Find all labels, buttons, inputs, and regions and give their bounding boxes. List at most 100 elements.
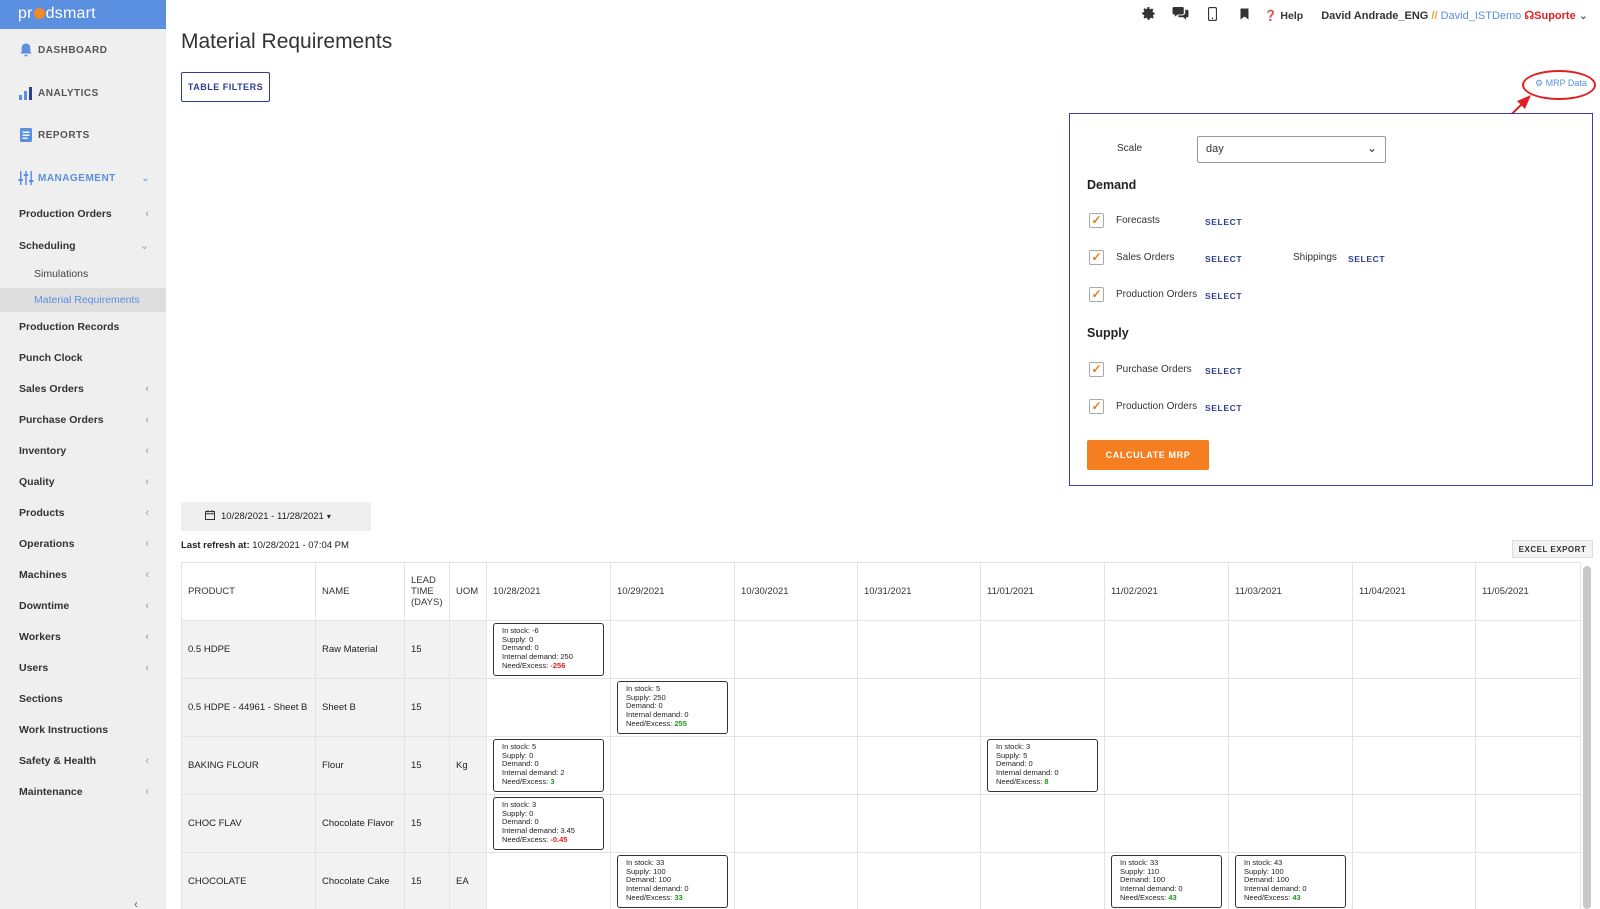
supply-production-orders-select-link[interactable]: SELECT	[1205, 403, 1242, 413]
date-cell	[1475, 852, 1581, 909]
mrp-cell-box[interactable]: In stock: 5 Supply: 0 Demand: 0 Internal de…	[493, 739, 604, 792]
sidebar-sub-simulations[interactable]: Simulations	[34, 268, 88, 280]
product-cell: CHOC FLAV	[181, 794, 316, 853]
mrp-table: PRODUCT NAME LEAD TIME (DAYS) UOM 10/28/2021…	[181, 562, 1581, 909]
date-cell	[734, 852, 858, 909]
sales-orders-select-link[interactable]: SELECT	[1205, 254, 1242, 264]
demand-production-orders-checkbox[interactable]: ✓	[1089, 287, 1104, 302]
demand-production-orders-select-link[interactable]: SELECT	[1205, 291, 1242, 301]
supply-production-orders-checkbox[interactable]: ✓	[1089, 399, 1104, 414]
column-header: UOM	[449, 562, 487, 621]
mrp-cell-box[interactable]: In stock: 33 Supply: 100 Demand: 100 Intern…	[617, 855, 728, 908]
sidebar-item-label: Maintenance	[19, 786, 83, 798]
date-range-picker[interactable]: 10/28/2021 - 11/28/2021 ▾	[181, 502, 371, 531]
demand-production-orders-label: Production Orders	[1116, 289, 1198, 300]
sidebar-item-safety-health[interactable]: Safety & Health ‹	[19, 755, 149, 767]
chevron-icon: ‹	[145, 569, 149, 581]
mrp-cell-box[interactable]: In stock: 3 Supply: 5 Demand: 0 Internal de…	[987, 739, 1098, 792]
date-cell	[486, 852, 611, 909]
sidebar-item-purchase-orders[interactable]: Purchase Orders ‹	[19, 414, 149, 426]
sidebar-item-work-instructions[interactable]: Work Instructions	[19, 724, 149, 736]
date-cell	[734, 678, 858, 737]
forecasts-label: Forecasts	[1116, 215, 1160, 226]
name-cell: Chocolate Flavor	[315, 794, 405, 853]
name-cell: Chocolate Cake	[315, 852, 405, 909]
sidebar-item-punch-clock[interactable]: Punch Clock	[19, 352, 149, 364]
mrp-cell-box[interactable]: In stock: -6 Supply: 0 Demand: 0 Internal d…	[493, 623, 604, 676]
nav-reports[interactable]: REPORTS	[18, 127, 90, 143]
collapse-sidebar-icon[interactable]: ‹	[134, 897, 138, 909]
nav-analytics[interactable]: ANALYTICS	[18, 85, 99, 101]
name-cell: Flour	[315, 736, 405, 795]
chevron-down-icon: ⌄	[139, 240, 149, 252]
mrp-need-excess: Need/Excess: -256	[502, 661, 595, 671]
sidebar-item-production-orders[interactable]: Production Orders ‹	[19, 208, 149, 220]
mrp-need-excess: Need/Excess: 43	[1244, 893, 1337, 903]
sidebar-item-users[interactable]: Users ‹	[19, 662, 149, 674]
logo[interactable]: pr dsmart	[0, 0, 166, 29]
date-cell: In stock: 3 Supply: 5 Demand: 0 Internal de…	[980, 736, 1105, 795]
sales-orders-checkbox[interactable]: ✓	[1089, 250, 1104, 265]
purchase-orders-select-link[interactable]: SELECT	[1205, 366, 1242, 376]
lead-time-cell: 15	[404, 794, 450, 853]
mrp-cell-box[interactable]: In stock: 43 Supply: 100 Demand: 100 Intern…	[1235, 855, 1346, 908]
sidebar-item-machines[interactable]: Machines ‹	[19, 569, 149, 581]
name-cell: Raw Material	[315, 620, 405, 679]
table-row: BAKING FLOUR Flour 15 Kg In stock: 5 Supply: …	[181, 736, 1581, 795]
mrp-cell-box[interactable]: In stock: 3 Supply: 0 Demand: 0 Internal de…	[493, 797, 604, 850]
forecasts-select-link[interactable]: SELECT	[1205, 217, 1242, 227]
scale-select[interactable]: day ⌄	[1197, 136, 1386, 163]
mrp-cell-box[interactable]: In stock: 5 Supply: 250 Demand: 0 Internal …	[617, 681, 728, 734]
table-filters-button[interactable]: TABLE FILTERS	[181, 72, 270, 102]
excel-export-button[interactable]: EXCEL EXPORT	[1512, 540, 1593, 558]
lead-time-cell: 15	[404, 678, 450, 737]
sidebar-item-operations[interactable]: Operations ‹	[19, 538, 149, 550]
mrp-cell-box[interactable]: In stock: 33 Supply: 110 Demand: 100 Intern…	[1111, 855, 1222, 908]
chevron-icon: ‹	[145, 631, 149, 643]
user-menu[interactable]: David Andrade_ENG // David_ISTDemo ☊Supo…	[1321, 9, 1588, 22]
sidebar-item-scheduling[interactable]: Scheduling ⌄	[19, 239, 149, 253]
mobile-icon[interactable]	[1196, 6, 1228, 24]
lead-time-cell: 15	[404, 620, 450, 679]
gear-icon[interactable]	[1132, 6, 1164, 24]
date-cell	[1352, 678, 1476, 737]
date-cell	[1104, 678, 1229, 737]
sidebar-item-maintenance[interactable]: Maintenance ‹	[19, 786, 149, 798]
date-cell	[1475, 678, 1581, 737]
nav-dashboard[interactable]: DASHBOARD	[18, 42, 108, 58]
column-header: PRODUCT	[181, 562, 316, 621]
sidebar-item-downtime[interactable]: Downtime ‹	[19, 600, 149, 612]
sidebar-sub-material-requirements[interactable]: Material Requirements	[34, 294, 140, 306]
bookmark-icon[interactable]	[1228, 7, 1260, 23]
purchase-orders-label: Purchase Orders	[1116, 364, 1192, 375]
shippings-select-link[interactable]: SELECT	[1348, 254, 1385, 264]
mrp-need-excess: Need/Excess: 33	[626, 893, 719, 903]
calculate-mrp-button[interactable]: CALCULATE MRP	[1087, 440, 1209, 470]
chevron-down-icon: ⌄	[141, 172, 150, 184]
sidebar-item-quality[interactable]: Quality ‹	[19, 476, 149, 488]
sidebar-item-label: Work Instructions	[19, 724, 109, 736]
last-refresh: Last refresh at: 10/28/2021 - 07:04 PM	[181, 540, 349, 551]
chat-icon[interactable]	[1164, 6, 1196, 24]
sidebar-item-production-records[interactable]: Production Records	[19, 321, 149, 333]
chevron-down-icon: ⌄	[1578, 9, 1588, 22]
sidebar-item-sections[interactable]: Sections	[19, 693, 149, 705]
date-cell	[857, 736, 981, 795]
uom-cell	[449, 794, 487, 853]
forecasts-checkbox[interactable]: ✓	[1089, 213, 1104, 228]
sidebar-item-products[interactable]: Products ‹	[19, 507, 149, 519]
sidebar-item-workers[interactable]: Workers ‹	[19, 631, 149, 643]
table-scrollbar[interactable]	[1583, 566, 1591, 909]
lead-time-cell: 15	[404, 852, 450, 909]
purchase-orders-checkbox[interactable]: ✓	[1089, 362, 1104, 377]
sidebar-item-sales-orders[interactable]: Sales Orders ‹	[19, 383, 149, 395]
table-row: 0.5 HDPE - 44961 - Sheet B Sheet B 15 In st…	[181, 678, 1581, 737]
date-cell	[857, 852, 981, 909]
sidebar-item-inventory[interactable]: Inventory ‹	[19, 445, 149, 457]
sidebar-item-label: Users	[19, 662, 49, 674]
help-label: Help	[1280, 9, 1304, 22]
help-link[interactable]: ❓ Help	[1264, 9, 1303, 22]
nav-management[interactable]: MANAGEMENT ⌄	[18, 170, 150, 186]
date-cell	[610, 794, 735, 853]
uom-cell: EA	[449, 852, 487, 909]
